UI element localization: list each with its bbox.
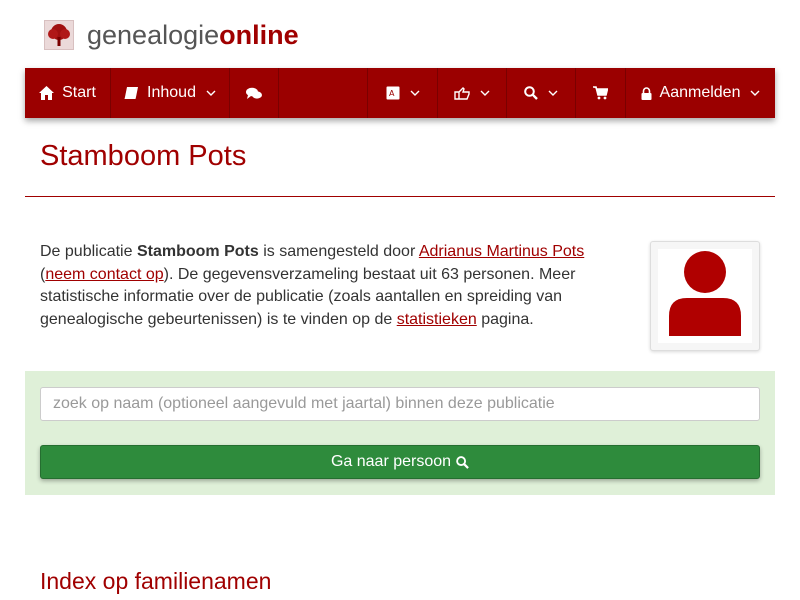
intro-text-1: De publicatie [40,243,137,260]
nav-spacer [279,68,368,118]
nav-language[interactable]: A [368,68,438,118]
comments-icon [246,87,262,100]
nav-inhoud-label: Inhoud [147,84,196,101]
go-to-person-label: Ga naar persoon [330,453,452,470]
author-avatar[interactable] [650,241,760,351]
hand-pointer-icon [454,86,470,100]
person-search-panel: Ga naar persoon [25,371,775,495]
nav-inhoud[interactable]: Inhoud [111,68,230,118]
home-icon [39,86,55,100]
author-link[interactable]: Adrianus Martinus Pots [419,243,584,260]
user-icon [667,250,743,343]
statistics-link[interactable]: statistieken [397,311,477,328]
search-icon [524,86,538,100]
title-divider [25,196,775,197]
intro-text-5: pagina. [476,310,534,328]
search-icon [456,455,469,469]
svg-text:A: A [389,89,395,98]
main-navbar: Start Inhoud A Aanmelden [25,68,775,118]
publication-intro: De publicatie Stamboom Pots is samengest… [40,241,600,331]
site-logo[interactable]: genealogieonline [44,20,299,50]
chevron-down-icon [548,90,558,96]
nav-search[interactable] [507,68,576,118]
chevron-down-icon [480,90,490,96]
translate-icon: A [386,86,400,100]
tree-logo-icon [44,20,74,50]
shopping-cart-icon [593,86,608,100]
nav-share[interactable] [438,68,507,118]
nav-login[interactable]: Aanmelden [626,68,775,118]
page-title: Stamboom Pots [40,140,247,172]
contact-link[interactable]: neem contact op [45,266,163,283]
person-search-input[interactable] [40,387,760,421]
nav-forum[interactable] [230,68,279,118]
intro-text-2: is samengesteld door [258,243,419,260]
nav-start[interactable]: Start [25,68,111,118]
book-icon [124,86,139,100]
publication-name: Stamboom Pots [136,243,259,260]
chevron-down-icon [206,90,216,96]
surname-index-heading: Index op familienamen [40,568,272,594]
site-name: genealogieonline [87,20,299,50]
nav-login-label: Aanmelden [659,84,741,101]
site-name-part1: genealogie [87,20,220,50]
chevron-down-icon [750,90,760,96]
site-name-part2: online [219,20,299,50]
go-to-person-button[interactable]: Ga naar persoon [40,445,760,479]
avatar-frame [658,249,752,343]
nav-shop[interactable] [576,68,626,118]
lock-icon [641,86,652,100]
nav-start-label: Start [62,84,96,101]
chevron-down-icon [410,90,420,96]
